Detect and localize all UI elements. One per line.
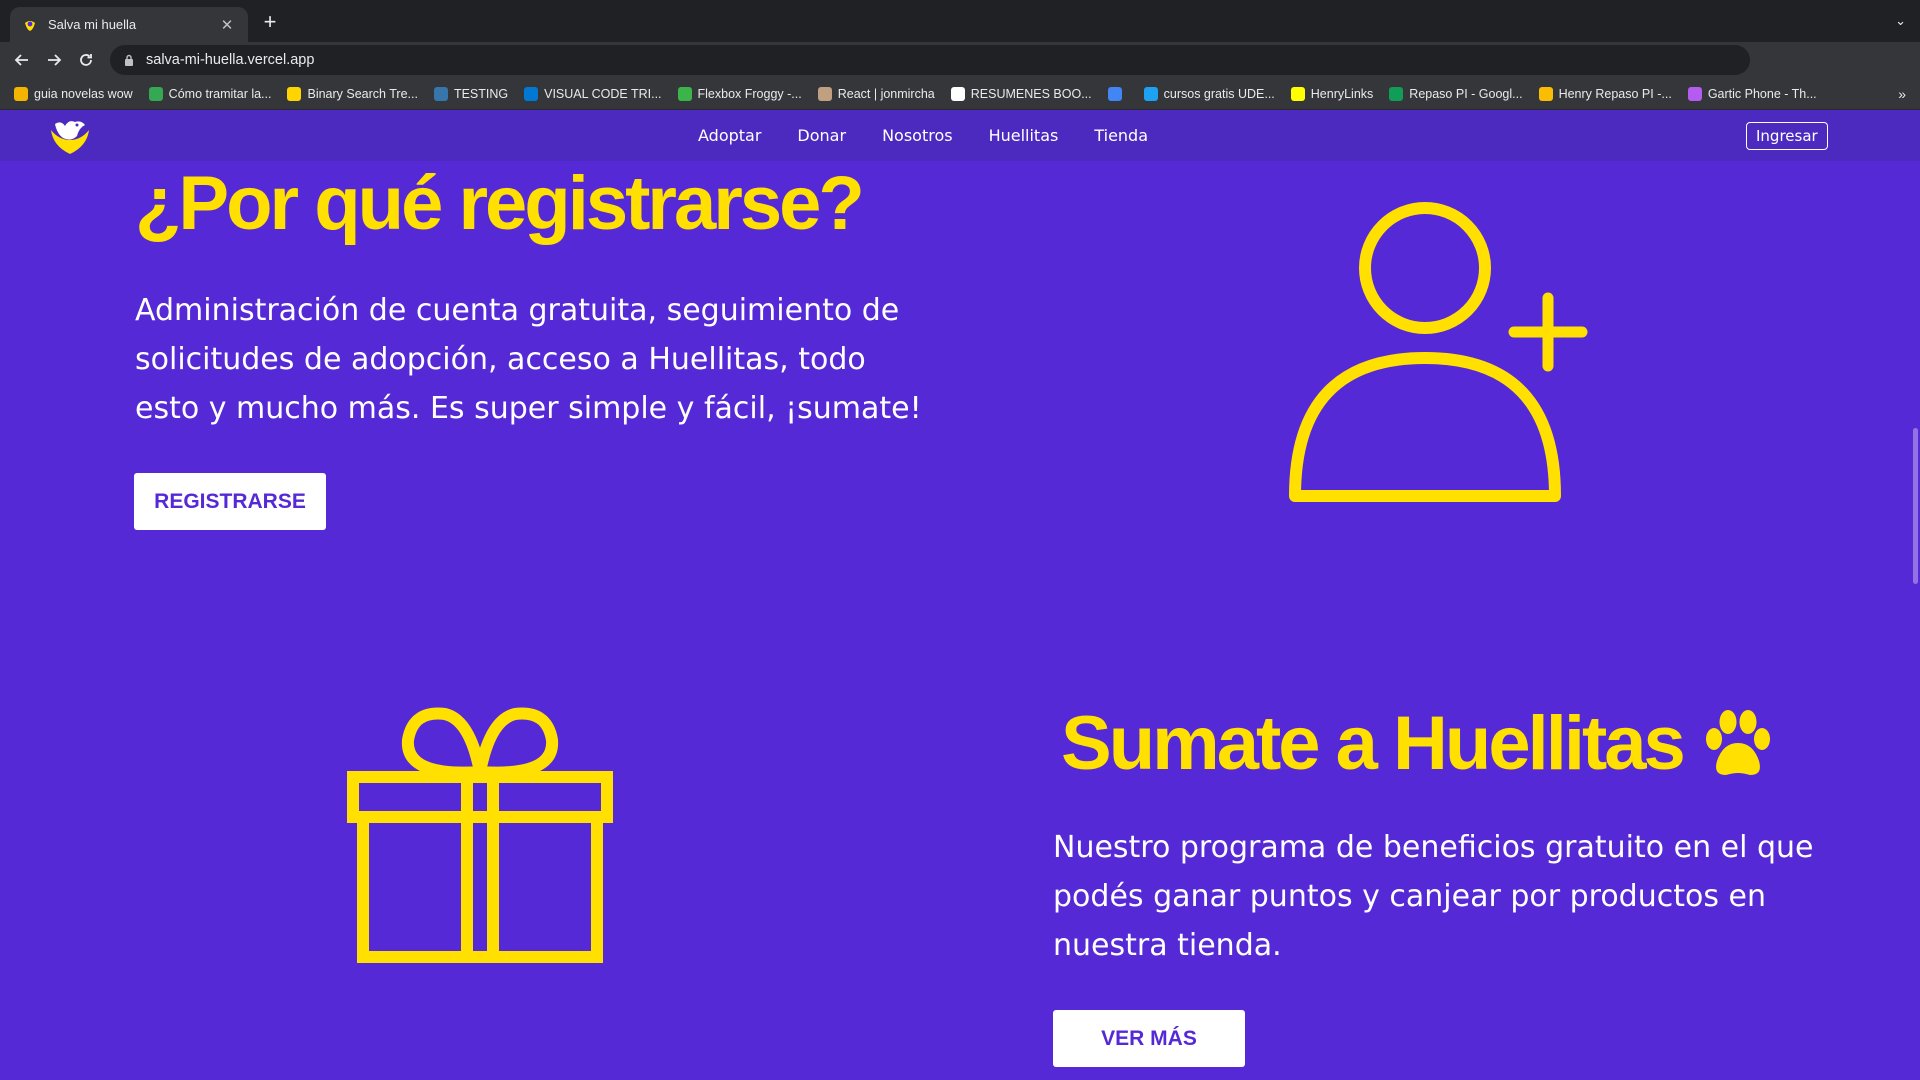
paw-icon xyxy=(1705,709,1770,775)
main-menu: Adoptar Donar Nosotros Huellitas Tienda xyxy=(698,110,1148,161)
register-button[interactable]: REGISTRARSE xyxy=(134,473,326,530)
bookmark-label: HenryLinks xyxy=(1310,86,1374,101)
ver-mas-button[interactable]: VER MÁS xyxy=(1053,1010,1245,1067)
bookmark-item[interactable]: RESUMENES BOO... xyxy=(950,86,1092,101)
login-button[interactable]: Ingresar xyxy=(1746,122,1828,150)
nav-item-tienda[interactable]: Tienda xyxy=(1094,126,1148,145)
bookmark-item[interactable]: HenryLinks xyxy=(1290,86,1374,101)
browser-tab[interactable]: Salva mi huella ✕ xyxy=(10,7,248,42)
bookmark-label: Cómo tramitar la... xyxy=(168,86,272,101)
bookmark-label: Henry Repaso PI -... xyxy=(1558,86,1672,101)
bookmarks-overflow-icon[interactable]: » xyxy=(1898,86,1906,102)
lock-icon[interactable] xyxy=(122,53,136,67)
section-huellitas-title-row: Sumate a Huellitas xyxy=(1061,700,1773,787)
bookmark-favicon-icon xyxy=(1538,86,1553,101)
bookmark-item[interactable]: Cómo tramitar la... xyxy=(148,86,272,101)
reload-icon[interactable] xyxy=(74,48,98,72)
bookmark-label: RESUMENES BOO... xyxy=(970,86,1092,101)
bookmark-favicon-icon xyxy=(287,86,302,101)
bookmark-item[interactable]: Binary Search Tre... xyxy=(287,86,418,101)
bookmark-item[interactable]: Flexbox Froggy -... xyxy=(677,86,802,101)
bookmark-favicon-icon xyxy=(433,86,448,101)
nav-item-nosotros[interactable]: Nosotros xyxy=(882,126,953,145)
bookmark-item[interactable]: Henry Repaso PI -... xyxy=(1538,86,1672,101)
scrollbar-thumb[interactable] xyxy=(1913,428,1918,584)
bookmark-label: cursos gratis UDE... xyxy=(1163,86,1275,101)
bookmark-item[interactable]: VISUAL CODE TRI... xyxy=(524,86,662,101)
nav-item-huellitas[interactable]: Huellitas xyxy=(989,126,1059,145)
site-favicon-icon xyxy=(22,17,38,33)
nav-item-adoptar[interactable]: Adoptar xyxy=(698,126,761,145)
bookmark-label: VISUAL CODE TRI... xyxy=(544,86,662,101)
bookmark-favicon-icon xyxy=(677,86,692,101)
bookmark-item[interactable] xyxy=(1107,86,1128,101)
section-huellitas-text: Nuestro programa de beneficios gratuito … xyxy=(1053,830,1814,963)
bookmark-favicon-icon xyxy=(1687,86,1702,101)
bookmark-label: Repaso PI - Googl... xyxy=(1409,86,1523,101)
bookmark-item[interactable]: React | jonmircha xyxy=(817,86,935,101)
nav-item-donar[interactable]: Donar xyxy=(797,126,846,145)
bookmark-label: Flexbox Froggy -... xyxy=(697,86,802,101)
bookmark-favicon-icon xyxy=(524,86,539,101)
bookmark-label: Binary Search Tre... xyxy=(307,86,418,101)
browser-toolbar: salva-mi-huella.vercel.app xyxy=(0,42,1920,78)
address-bar[interactable]: salva-mi-huella.vercel.app xyxy=(110,45,1750,75)
bookmark-item[interactable]: TESTING xyxy=(433,86,509,101)
bookmark-favicon-icon xyxy=(14,86,28,101)
bookmark-item[interactable]: guia novelas wow xyxy=(14,86,133,101)
bookmark-favicon-icon xyxy=(817,86,832,101)
bookmark-favicon-icon xyxy=(1143,86,1158,101)
browser-tab-bar: Salva mi huella ✕ + ⌄ xyxy=(0,0,1920,42)
user-plus-icon xyxy=(1289,202,1588,502)
section-register-text: Administración de cuenta gratuita, segui… xyxy=(135,293,922,426)
bookmark-item[interactable]: cursos gratis UDE... xyxy=(1143,86,1275,101)
site-navbar: Adoptar Donar Nosotros Huellitas Tienda Ingr… xyxy=(0,110,1920,161)
bookmark-label: guia novelas wow xyxy=(34,86,133,101)
url-text: salva-mi-huella.vercel.app xyxy=(146,52,315,68)
bookmark-label: React | jonmircha xyxy=(837,86,935,101)
tab-search-chevron-icon[interactable]: ⌄ xyxy=(1895,13,1906,29)
new-tab-button[interactable]: + xyxy=(258,11,282,35)
bookmark-favicon-icon xyxy=(1107,86,1122,101)
bookmark-label: TESTING xyxy=(453,86,509,101)
bookmark-favicon-icon xyxy=(950,86,965,101)
tab-close-icon[interactable]: ✕ xyxy=(218,16,236,34)
bookmark-item[interactable]: Repaso PI - Googl... xyxy=(1389,86,1523,101)
bookmarks-bar: guia novelas wow Cómo tramitar la... Binar… xyxy=(0,78,1920,110)
bookmark-item[interactable]: Gartic Phone - Th... xyxy=(1687,86,1817,101)
section-huellitas-title: Sumate a Huellitas xyxy=(1061,701,1686,786)
section-register-title: ¿Por qué registrarse? xyxy=(135,161,865,246)
logo-icon[interactable] xyxy=(47,116,93,156)
bookmark-favicon-icon xyxy=(1290,86,1305,101)
bookmark-label: Gartic Phone - Th... xyxy=(1707,86,1817,101)
forward-arrow-icon[interactable] xyxy=(42,48,66,72)
bookmark-favicon-icon xyxy=(1389,86,1404,101)
back-arrow-icon[interactable] xyxy=(10,48,34,72)
bookmark-favicon-icon xyxy=(148,86,163,101)
gift-icon xyxy=(347,707,613,963)
tab-title: Salva mi huella xyxy=(48,17,137,32)
